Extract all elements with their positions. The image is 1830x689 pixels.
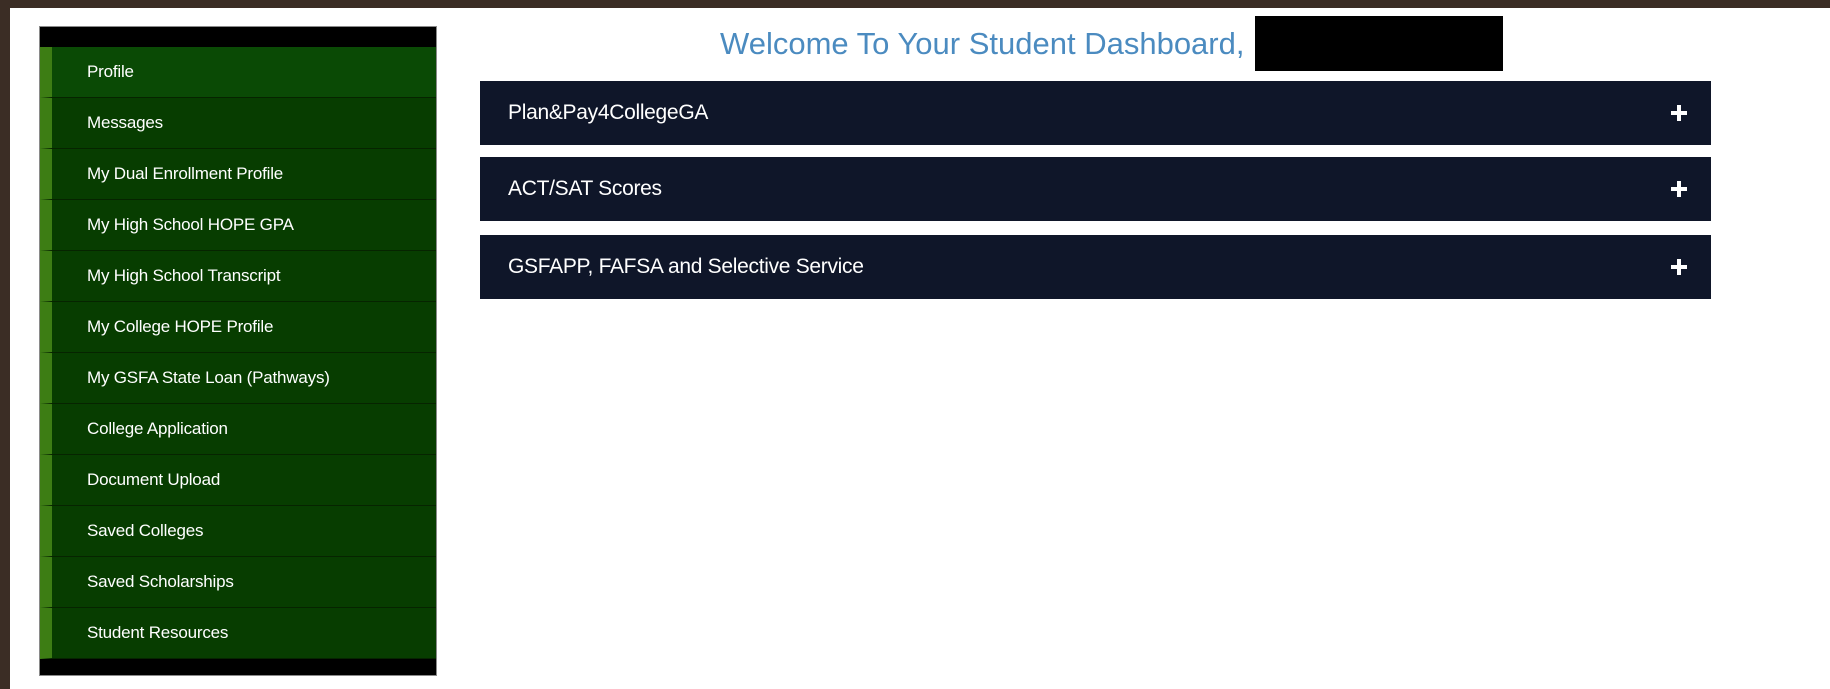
panel-title: ACT/SAT Scores bbox=[508, 177, 662, 200]
sidebar-item-label: My College HOPE Profile bbox=[87, 317, 274, 336]
dashboard-page: Profile Messages My Dual Enrollment Prof… bbox=[10, 8, 1830, 689]
sidebar-item-high-school-transcript[interactable]: My High School Transcript bbox=[40, 251, 436, 302]
page-title: Welcome To Your Student Dashboard, bbox=[720, 26, 1245, 61]
sidebar-item-label: Profile bbox=[87, 62, 134, 81]
plus-icon[interactable] bbox=[1671, 105, 1687, 121]
sidebar-item-label: My High School Transcript bbox=[87, 266, 281, 285]
gsfapp-fafsa-panel-header[interactable]: GSFAPP, FAFSA and Selective Service bbox=[480, 235, 1711, 299]
sidebar-item-label: My Dual Enrollment Profile bbox=[87, 164, 284, 183]
sidebar-item-document-upload[interactable]: Document Upload bbox=[40, 455, 436, 506]
panel-title: Plan&Pay4CollegeGA bbox=[508, 101, 709, 124]
sidebar-item-label: Student Resources bbox=[87, 623, 229, 642]
sidebar-item-college-hope-profile[interactable]: My College HOPE Profile bbox=[40, 302, 436, 353]
sidebar-menu: Profile Messages My Dual Enrollment Prof… bbox=[40, 47, 436, 659]
sidebar-item-high-school-hope-gpa[interactable]: My High School HOPE GPA bbox=[40, 200, 436, 251]
sidebar-item-messages[interactable]: Messages bbox=[40, 98, 436, 149]
sidebar-item-label: My High School HOPE GPA bbox=[87, 215, 294, 234]
sidebar-item-dual-enrollment-profile[interactable]: My Dual Enrollment Profile bbox=[40, 149, 436, 200]
sidebar-item-saved-colleges[interactable]: Saved Colleges bbox=[40, 506, 436, 557]
sidebar-item-college-application[interactable]: College Application bbox=[40, 404, 436, 455]
sidebar-item-saved-scholarships[interactable]: Saved Scholarships bbox=[40, 557, 436, 608]
sidebar-item-label: Saved Scholarships bbox=[87, 572, 234, 591]
sidebar-item-student-resources[interactable]: Student Resources bbox=[40, 608, 436, 659]
sidebar-item-label: College Application bbox=[87, 419, 228, 438]
sidebar-item-gsfa-state-loan[interactable]: My GSFA State Loan (Pathways) bbox=[40, 353, 436, 404]
sidebar-item-label: Document Upload bbox=[87, 470, 221, 489]
plan-pay-panel-header[interactable]: Plan&Pay4CollegeGA bbox=[480, 81, 1711, 145]
panel-title: GSFAPP, FAFSA and Selective Service bbox=[508, 255, 864, 278]
plus-icon[interactable] bbox=[1671, 181, 1687, 197]
sidebar-item-profile[interactable]: Profile bbox=[40, 47, 436, 98]
sidebar-item-label: Messages bbox=[87, 113, 163, 132]
sidebar-item-label: Saved Colleges bbox=[87, 521, 204, 540]
sidebar-item-label: My GSFA State Loan (Pathways) bbox=[87, 368, 330, 387]
sidebar: Profile Messages My Dual Enrollment Prof… bbox=[39, 26, 437, 676]
plus-icon[interactable] bbox=[1671, 259, 1687, 275]
act-sat-scores-panel-header[interactable]: ACT/SAT Scores bbox=[480, 157, 1711, 221]
redacted-name bbox=[1255, 16, 1503, 71]
